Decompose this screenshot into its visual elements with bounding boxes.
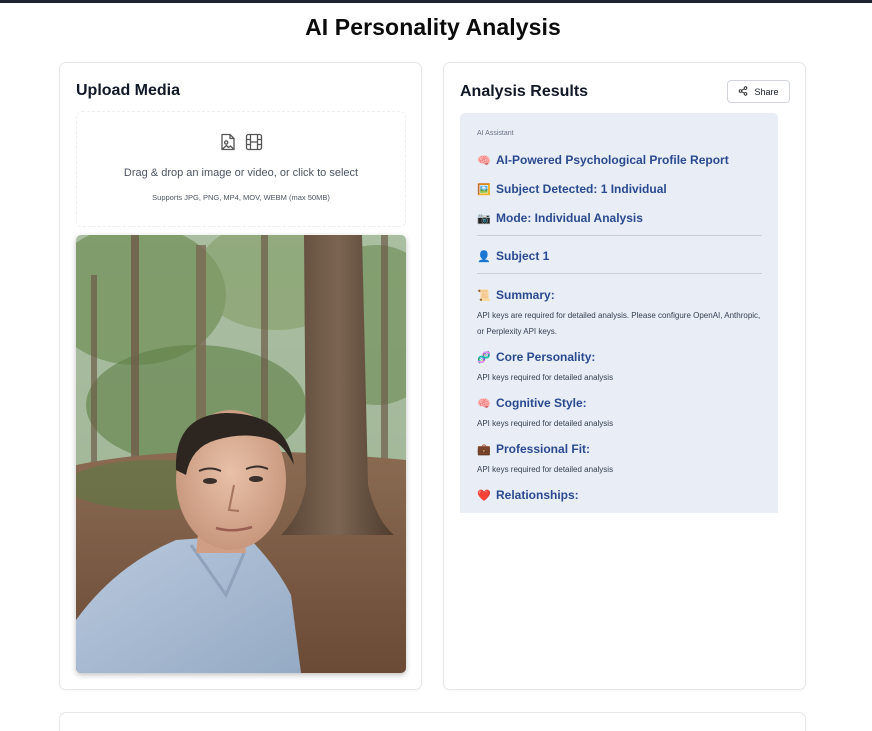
relationships-heading: ❤️ Relationships: [477, 488, 762, 502]
subject-detected-heading: 🖼️ Subject Detected: 1 Individual [477, 182, 762, 196]
divider [477, 273, 762, 274]
dna-icon: 🧬 [477, 351, 491, 364]
report-heading-text: AI-Powered Psychological Profile Report [496, 153, 729, 167]
mode-heading: 📷 Mode: Individual Analysis [477, 211, 762, 225]
core-personality-heading-text: Core Personality: [496, 350, 596, 364]
analysis-results-title: Analysis Results [460, 83, 589, 100]
results-panel[interactable]: AI Assistant 🧠 AI-Powered Psychological … [460, 113, 778, 513]
core-personality-heading: 🧬 Core Personality: [477, 350, 762, 364]
summary-heading: 📜 Summary: [477, 288, 762, 302]
uploaded-photo-preview [76, 235, 406, 673]
film-icon [244, 132, 264, 157]
page-title: AI Personality Analysis [305, 14, 561, 40]
image-file-icon [218, 132, 238, 157]
relationships-heading-text: Relationships: [496, 488, 579, 502]
subject-detected-text: Subject Detected: 1 Individual [496, 182, 667, 196]
mode-text: Mode: Individual Analysis [496, 211, 643, 225]
person-silhouette-icon: 👤 [477, 250, 491, 263]
share-label: Share [754, 86, 779, 97]
dropzone[interactable]: Drag & drop an image or video, or click … [76, 111, 406, 227]
camera-icon: 📷 [477, 212, 491, 225]
cognitive-style-heading: 🧠 Cognitive Style: [477, 396, 762, 410]
summary-text: API keys are required for detailed analy… [477, 311, 761, 336]
summary-heading-text: Summary: [496, 288, 555, 302]
share-button[interactable]: Share [727, 80, 790, 103]
share-icon [738, 85, 748, 98]
report-heading: 🧠 AI-Powered Psychological Profile Repor… [477, 153, 762, 167]
picture-icon: 🖼️ [477, 183, 491, 196]
professional-fit-heading: 💼 Professional Fit: [477, 442, 762, 456]
brain-icon: 🧠 [477, 397, 491, 410]
top-bar [0, 0, 872, 3]
cognitive-style-heading-text: Cognitive Style: [496, 396, 587, 410]
upload-media-title: Upload Media [76, 82, 181, 99]
dropzone-icons [77, 132, 405, 157]
heart-icon: ❤️ [477, 489, 491, 502]
upload-media-card: Upload Media Drag & drop an image or vid… [59, 62, 422, 690]
professional-fit-text: API keys required for detailed analysis [477, 465, 614, 474]
assistant-label: AI Assistant [477, 130, 514, 137]
professional-fit-heading-text: Professional Fit: [496, 442, 591, 456]
subject-heading: 👤 Subject 1 [477, 249, 762, 263]
cognitive-style-text: API keys required for detailed analysis [477, 419, 614, 428]
scroll-icon: 📜 [477, 289, 491, 302]
core-personality-text: API keys required for detailed analysis [477, 373, 614, 382]
divider [477, 235, 762, 236]
dropzone-instructions: Drag & drop an image or video, or click … [123, 167, 359, 179]
briefcase-icon: 💼 [477, 443, 491, 456]
analysis-results-card: Analysis Results Share AI Assistant 🧠 AI… [443, 62, 806, 690]
brain-icon: 🧠 [477, 154, 491, 167]
subject-text: Subject 1 [496, 249, 550, 263]
dropzone-supported-formats: Supports JPG, PNG, MP4, MOV, WEBM (max 5… [152, 193, 330, 202]
photo-image [76, 235, 406, 673]
bottom-card [59, 712, 806, 731]
